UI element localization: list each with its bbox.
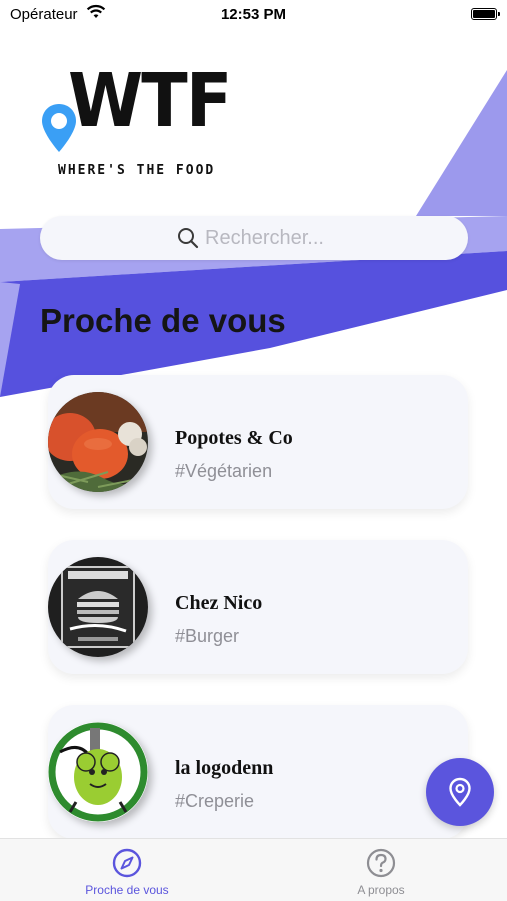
- clock: 12:53 PM: [220, 6, 287, 23]
- tab-label: Proche de vous: [85, 883, 169, 897]
- logo-tagline: WHERE'S THE FOOD: [58, 163, 216, 178]
- tab-about[interactable]: A propos: [306, 839, 456, 901]
- location-pin-icon: [449, 777, 471, 807]
- restaurant-name: la logodenn: [175, 757, 274, 779]
- restaurant-tag: #Végétarien: [175, 461, 273, 481]
- restaurant-tag: #Creperie: [175, 791, 255, 811]
- tab-label: A propos: [357, 883, 405, 897]
- tab-bar: Proche de vous A propos: [0, 838, 507, 901]
- restaurant-card[interactable]: Chez Nico #Burger: [48, 540, 468, 674]
- restaurant-image: [48, 557, 148, 657]
- search-icon: [178, 228, 199, 249]
- tab-nearby[interactable]: Proche de vous: [52, 839, 202, 901]
- restaurant-tag: #Burger: [175, 626, 240, 646]
- restaurant-card[interactable]: Popotes & Co #Végétarien: [48, 375, 468, 509]
- map-button[interactable]: [426, 758, 494, 826]
- restaurant-card[interactable]: la logodenn #Creperie: [48, 705, 468, 839]
- search-input[interactable]: [205, 226, 331, 250]
- restaurant-name: Popotes & Co: [175, 427, 293, 449]
- search-bar[interactable]: [40, 216, 468, 260]
- restaurant-name: Chez Nico: [175, 592, 263, 614]
- question-circle-icon: [366, 848, 396, 878]
- logo-wordmark: WTF: [68, 58, 232, 144]
- restaurant-image: [48, 392, 148, 492]
- section-title: Proche de vous: [40, 302, 286, 339]
- status-bar: Opérateur 12:53 PM: [0, 0, 507, 30]
- battery-icon: [471, 8, 500, 20]
- restaurant-image: [48, 722, 148, 822]
- compass-icon: [112, 848, 142, 878]
